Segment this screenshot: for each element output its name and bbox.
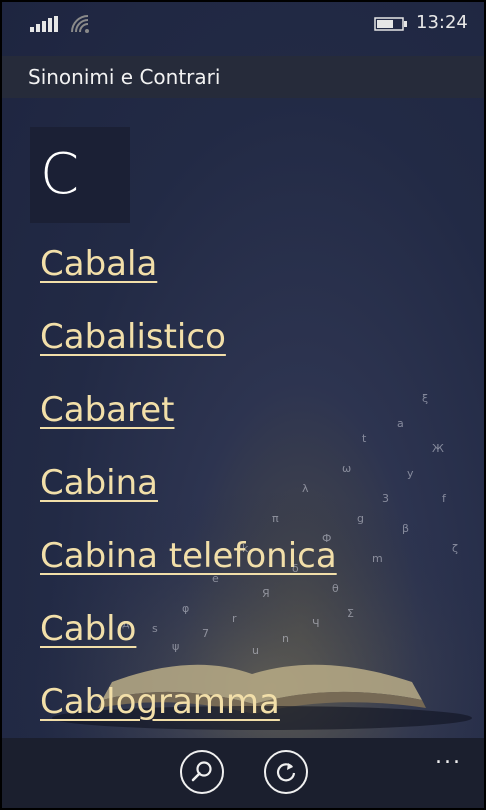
word-link[interactable]: Cabalistico xyxy=(40,313,470,386)
refresh-button[interactable] xyxy=(264,750,308,794)
phone-screen: 13:24 Sinonimi e Contrari ξaЖ tyω 3λg πФ… xyxy=(0,0,486,810)
status-bar: 13:24 xyxy=(2,2,484,46)
title-bar: Sinonimi e Contrari xyxy=(2,56,484,98)
status-time: 13:24 xyxy=(416,12,468,33)
letter-header-tile[interactable]: C xyxy=(30,127,130,223)
app-bar: ... xyxy=(2,738,484,808)
battery-icon xyxy=(374,17,407,31)
wifi-icon xyxy=(71,15,89,33)
app-title: Sinonimi e Contrari xyxy=(28,65,221,89)
section-letter: C xyxy=(40,142,80,207)
refresh-icon xyxy=(276,763,296,782)
word-link[interactable]: Cabala xyxy=(40,240,470,313)
search-icon xyxy=(191,761,212,782)
more-options-button[interactable]: ... xyxy=(435,744,462,769)
word-link[interactable]: Cabina xyxy=(40,459,470,532)
search-button[interactable] xyxy=(180,750,224,794)
signal-icon xyxy=(30,16,58,32)
word-list: Cabala Cabalistico Cabaret Cabina Cabina… xyxy=(40,240,470,751)
word-link[interactable]: Cablo xyxy=(40,605,470,678)
word-link[interactable]: Cabina telefonica xyxy=(40,532,470,605)
word-link[interactable]: Cabaret xyxy=(40,386,470,459)
